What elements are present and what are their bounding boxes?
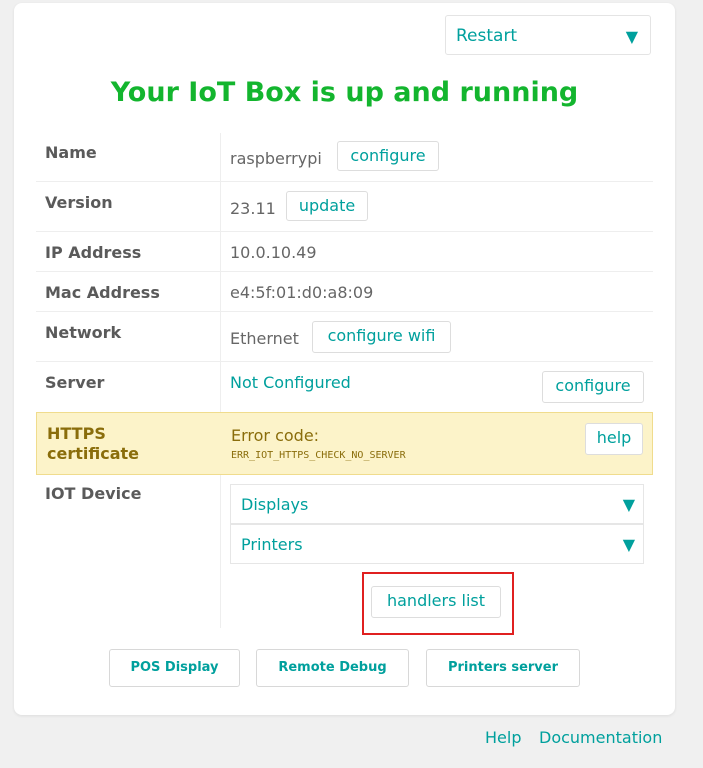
configure-server-button[interactable]: configure: [542, 371, 644, 403]
row-name: Name raspberrypi configure: [36, 133, 653, 182]
printers-label: Printers: [241, 535, 303, 554]
network-value: Ethernet: [230, 329, 299, 348]
displays-dropdown[interactable]: Displays ▼: [230, 484, 644, 524]
row-mac-address: Mac Address e4:5f:01:d0:a8:09: [36, 271, 653, 312]
row-ip-address: IP Address 10.0.10.49: [36, 231, 653, 272]
iot-device-label: IOT Device: [45, 484, 142, 503]
documentation-link[interactable]: Documentation: [539, 728, 662, 747]
configure-wifi-button[interactable]: configure wifi: [312, 321, 451, 353]
https-certificate-row: HTTPS certificate Error code: ERR_IOT_HT…: [36, 412, 653, 475]
triangle-down-icon: ▼: [622, 535, 635, 554]
row-server: Server Not Configured configure: [36, 361, 653, 412]
https-error-label: Error code:: [231, 426, 320, 445]
server-value: Not Configured: [230, 373, 351, 392]
help-link[interactable]: Help: [485, 728, 521, 747]
remote-debug-button[interactable]: Remote Debug: [256, 649, 409, 687]
network-label: Network: [45, 323, 122, 342]
handlers-list-button[interactable]: handlers list: [371, 586, 501, 618]
row-version: Version 23.11 update: [36, 181, 653, 232]
update-button[interactable]: update: [286, 191, 368, 221]
triangle-down-icon: ▼: [625, 27, 638, 46]
mac-address-label: Mac Address: [45, 283, 160, 302]
server-label: Server: [45, 373, 105, 392]
displays-label: Displays: [241, 495, 309, 514]
https-help-button[interactable]: help: [585, 423, 643, 455]
configure-name-button[interactable]: configure: [337, 141, 439, 171]
restart-label: Restart: [456, 26, 518, 46]
row-network: Network Ethernet configure wifi: [36, 311, 653, 362]
pos-display-button[interactable]: POS Display: [109, 649, 240, 687]
printers-dropdown[interactable]: Printers ▼: [230, 524, 644, 564]
triangle-down-icon: ▼: [622, 495, 635, 514]
mac-address-value: e4:5f:01:d0:a8:09: [230, 283, 374, 302]
iot-box-card: Restart ▼ Your IoT Box is up and running…: [14, 3, 675, 715]
https-certificate-label: HTTPS certificate: [47, 424, 139, 463]
ip-address-label: IP Address: [45, 243, 142, 262]
name-label: Name: [45, 143, 97, 162]
version-value: 23.11: [230, 199, 276, 218]
version-label: Version: [45, 193, 113, 212]
name-value: raspberrypi: [230, 149, 322, 168]
ip-address-value: 10.0.10.49: [230, 243, 317, 262]
restart-dropdown[interactable]: Restart ▼: [445, 15, 651, 55]
https-error-code: ERR_IOT_HTTPS_CHECK_NO_SERVER: [231, 450, 406, 461]
page-title: Your IoT Box is up and running: [110, 77, 579, 108]
printers-server-button[interactable]: Printers server: [426, 649, 580, 687]
